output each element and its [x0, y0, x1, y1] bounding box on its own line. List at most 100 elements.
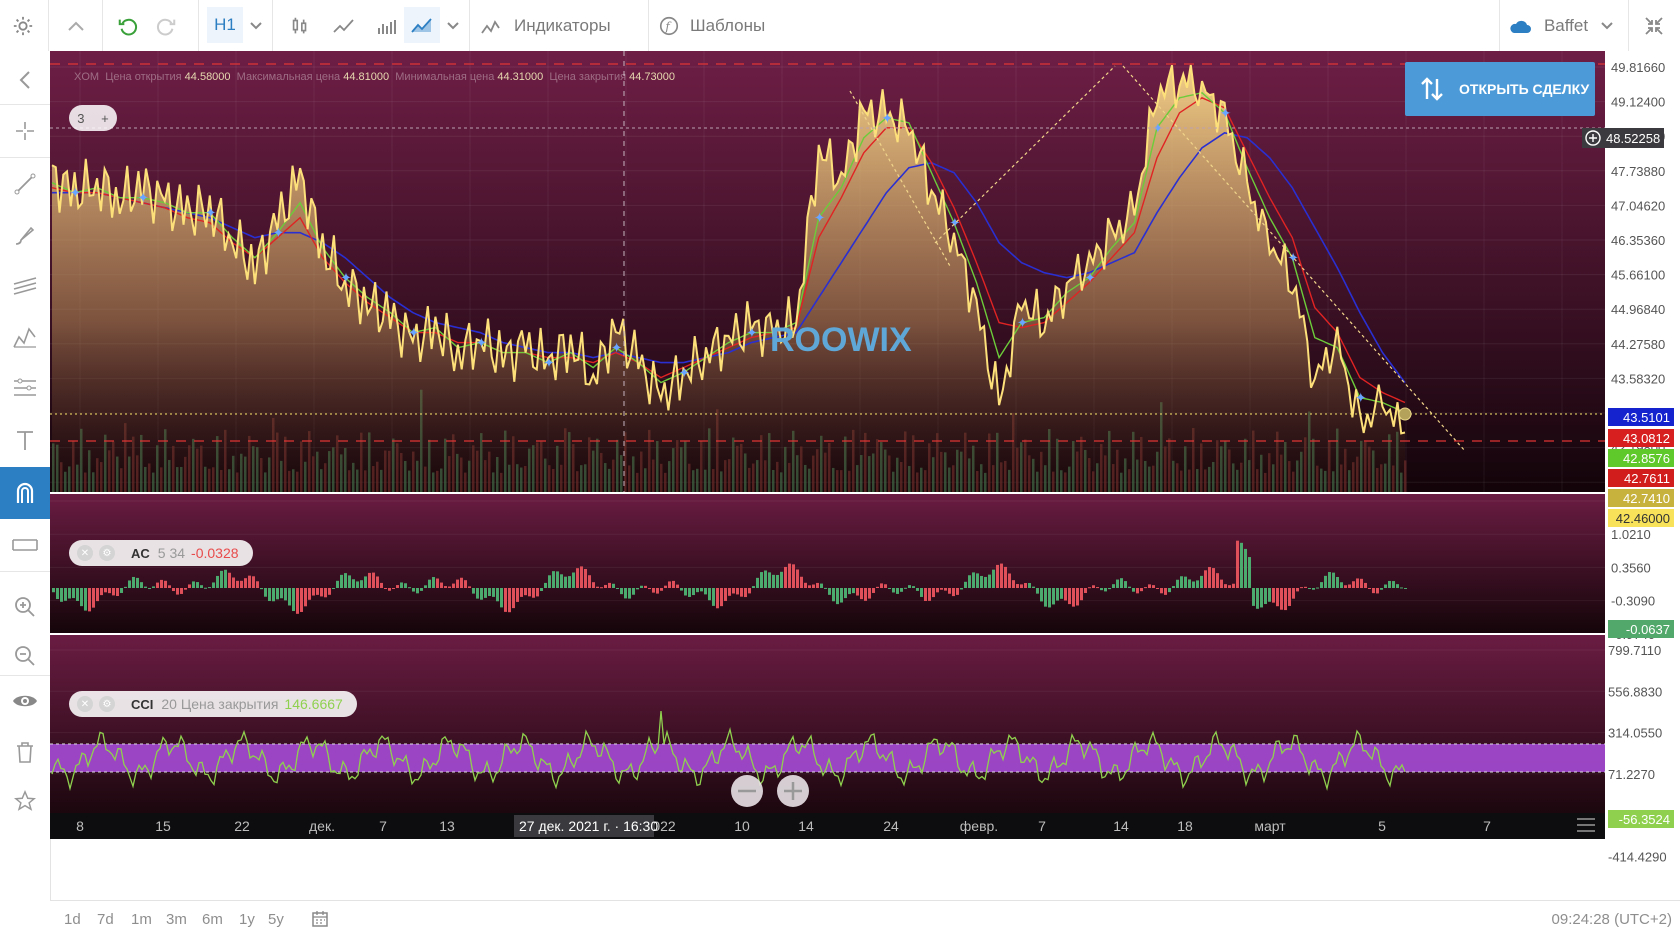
pattern-icon[interactable]	[0, 314, 50, 362]
text-tool-icon[interactable]	[0, 416, 50, 464]
zoom-out-icon[interactable]	[0, 632, 50, 680]
ac-bar	[568, 576, 571, 588]
low-label: Минимальная цена	[395, 71, 495, 83]
chart-zoom-out-button[interactable]	[731, 775, 763, 807]
period-5y[interactable]: 5y	[268, 911, 284, 928]
ac-bar	[220, 570, 223, 588]
eye-icon[interactable]	[0, 677, 50, 725]
chevron-up-icon[interactable]	[52, 0, 100, 51]
ac-bar	[1332, 572, 1335, 588]
ac-bar	[984, 576, 987, 588]
channel-icon[interactable]	[0, 262, 50, 310]
ac-bar	[328, 588, 331, 595]
ac-bar	[676, 584, 679, 588]
ac-bar	[708, 588, 711, 601]
arrows-updown-icon	[1421, 77, 1443, 101]
ac-bar	[1248, 557, 1251, 588]
star-icon[interactable]	[0, 777, 50, 825]
ac-bar	[1136, 588, 1139, 594]
ac-bar	[1112, 584, 1115, 588]
ac-pane-bg	[50, 494, 1605, 634]
indicators-button[interactable]: Индикаторы	[480, 0, 640, 51]
ac-bar	[696, 588, 699, 593]
ac-bar	[680, 588, 683, 591]
ac-bar	[576, 568, 579, 588]
ac-bar	[928, 588, 931, 601]
chevron-down-icon	[1601, 21, 1613, 29]
ac-value: -0.0328	[191, 545, 239, 561]
chevron-down-icon[interactable]	[442, 0, 464, 51]
ac-bar	[1124, 581, 1127, 588]
ac-bar	[416, 588, 419, 594]
ac-legend[interactable]: ✕ ⚙ AC 5 34 -0.0328	[69, 540, 253, 566]
gear-icon[interactable]	[0, 0, 46, 51]
templates-button[interactable]: f Шаблоны	[658, 0, 778, 51]
open-deal-button[interactable]: ОТКРЫТЬ СДЕЛКУ	[1405, 62, 1595, 116]
zoom-in-icon[interactable]	[0, 583, 50, 631]
ac-bar	[1020, 584, 1023, 588]
ac-bar	[80, 588, 83, 607]
candles-icon[interactable]	[282, 0, 318, 51]
brush-icon[interactable]	[0, 212, 50, 260]
ac-bar	[1052, 588, 1055, 605]
ac-bar	[552, 571, 555, 588]
line-chart-icon[interactable]	[326, 0, 362, 51]
account-selector[interactable]: Baffet	[1505, 0, 1617, 51]
period-1d[interactable]: 1d	[64, 911, 81, 928]
layers-count: 3	[77, 110, 85, 126]
period-3m[interactable]: 3m	[166, 911, 187, 928]
cci-axis-label: 314.0550	[1608, 726, 1662, 741]
price-tag: 42.8576	[1608, 449, 1674, 467]
ac-bar	[664, 585, 667, 588]
fibonacci-icon[interactable]	[0, 364, 50, 412]
gear-icon[interactable]: ⚙	[99, 696, 115, 712]
ac-bar	[1040, 588, 1043, 602]
ac-bar	[472, 588, 475, 594]
ac-bar	[1348, 584, 1351, 588]
trend-line-icon[interactable]	[0, 160, 50, 208]
price-axis-label: 46.35360	[1611, 233, 1665, 248]
fullscreen-icon[interactable]	[1632, 0, 1676, 51]
ac-bar	[1080, 588, 1083, 601]
ac-bar	[948, 588, 951, 594]
signal-marker: ✦	[1084, 271, 1096, 287]
bar-chart-icon[interactable]	[370, 0, 406, 51]
time-axis-label: 14	[798, 818, 814, 834]
chart-canvas[interactable]: ✦ ✦ ✦ ✦ ✦ ✦ ✦ ✦ ✦ ✦ ✦ ✦ ✦ ✦ ✦ ✦ ✦ ✦ ✦ ✦ ROOWIX 8 15 22 дек. 7 13…	[50, 51, 1680, 900]
undo-icon[interactable]	[110, 0, 146, 51]
ac-bar	[636, 588, 639, 590]
close-icon[interactable]: ✕	[77, 696, 93, 712]
ac-bar	[692, 588, 695, 596]
area-chart-icon[interactable]	[404, 7, 440, 43]
ac-bar	[232, 577, 235, 588]
period-1y[interactable]: 1y	[239, 911, 255, 928]
chart-zoom-in-button[interactable]	[777, 775, 809, 807]
period-7d[interactable]: 7d	[97, 911, 114, 928]
calendar-icon[interactable]	[311, 910, 329, 933]
gear-icon[interactable]: ⚙	[99, 545, 115, 561]
redo-icon[interactable]	[148, 0, 184, 51]
collapse-arrow-icon[interactable]	[0, 56, 50, 104]
ac-bar	[644, 585, 647, 588]
layers-badge[interactable]: 3 +	[69, 105, 117, 131]
ac-bar	[1292, 588, 1295, 599]
close-icon[interactable]: ✕	[77, 545, 93, 561]
ac-bar	[820, 583, 823, 588]
measure-icon[interactable]	[0, 521, 50, 569]
ac-bar	[1028, 583, 1031, 588]
period-1m[interactable]: 1m	[131, 911, 152, 928]
ac-bar	[1140, 588, 1143, 592]
add-alert-icon[interactable]	[1584, 129, 1602, 147]
ac-bar	[488, 588, 491, 597]
ac-bar	[288, 588, 291, 606]
cci-legend[interactable]: ✕ ⚙ CCI 20 Цена закрытия 146.6667	[69, 691, 357, 717]
magnet-icon[interactable]	[0, 467, 50, 519]
period-6m[interactable]: 6m	[202, 911, 223, 928]
timeframe-button[interactable]: H1	[207, 7, 243, 43]
ac-bar	[524, 588, 527, 596]
crosshair-icon[interactable]	[0, 107, 50, 155]
chevron-down-icon[interactable]	[245, 0, 267, 51]
ac-bar	[508, 588, 511, 613]
trash-icon[interactable]	[0, 728, 50, 776]
ac-bar	[604, 584, 607, 588]
